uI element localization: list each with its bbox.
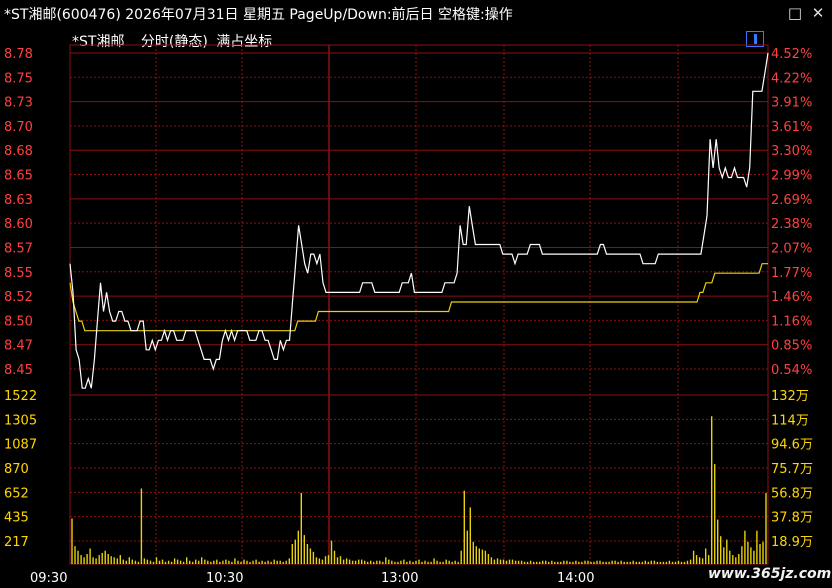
price-tick-label: 8.75 <box>4 71 33 86</box>
percent-tick-label: 4.52% <box>771 47 812 62</box>
title-bar: *ST湘邮(600476) 2026年07月31日 星期五 PageUp/Dow… <box>0 0 832 26</box>
volume-right-tick-label: 56.8万 <box>771 486 813 501</box>
price-tick-label: 8.65 <box>4 169 33 184</box>
percent-tick-label: 2.69% <box>771 193 812 208</box>
volume-tick-label: 1305 <box>4 413 37 428</box>
average-price-line <box>69 263 768 332</box>
percent-tick-label: 3.91% <box>771 96 812 111</box>
price-tick-label: 8.47 <box>4 339 33 354</box>
close-button[interactable]: ✕ <box>808 3 828 23</box>
percent-tick-label: 3.30% <box>771 144 812 159</box>
volume-tick-label: 1522 <box>4 389 37 404</box>
percent-tick-label: 1.46% <box>771 290 812 305</box>
percent-tick-label: 2.99% <box>771 169 812 184</box>
volume-right-tick-label: 37.8万 <box>771 511 813 526</box>
time-tick-label: 13:00 <box>381 571 418 586</box>
watermark: www.365jz.com <box>708 566 832 582</box>
price-tick-label: 8.63 <box>4 193 33 208</box>
volume-tick-label: 870 <box>4 462 29 477</box>
price-tick-label: 8.50 <box>4 314 33 329</box>
percent-tick-label: 2.38% <box>771 217 812 232</box>
price-tick-label: 8.68 <box>4 144 33 159</box>
percent-tick-label: 0.54% <box>771 363 812 378</box>
percent-tick-label: 3.61% <box>771 120 812 135</box>
stock-name: *ST湘邮 <box>72 34 125 50</box>
percent-tick-label: 1.77% <box>771 266 812 281</box>
price-tick-label: 8.57 <box>4 241 33 256</box>
price-tick-label: 8.60 <box>4 217 33 232</box>
chart-frame <box>69 44 769 565</box>
chart-header: *ST湘邮 分时(静态) 满占坐标 <box>72 31 272 51</box>
volume-right-tick-label: 75.7万 <box>771 462 813 477</box>
volume-tick-label: 217 <box>4 535 29 550</box>
price-line <box>69 52 769 389</box>
volume-right-tick-label: 132万 <box>771 389 809 404</box>
volume-right-tick-label: 94.6万 <box>771 438 813 453</box>
percent-tick-label: 4.22% <box>771 71 812 86</box>
volume-tick-label: 435 <box>4 511 29 526</box>
price-tick-label: 8.52 <box>4 290 33 305</box>
maximize-button[interactable]: □ <box>785 3 805 23</box>
window-title: *ST湘邮(600476) 2026年07月31日 星期五 PageUp/Dow… <box>4 7 513 23</box>
time-tick-label: 14:00 <box>557 571 594 586</box>
percent-tick-label: 2.07% <box>771 241 812 256</box>
time-tick-label: 09:30 <box>30 571 67 586</box>
chart-mode-label[interactable]: 分时(静态) <box>141 34 208 50</box>
volume-right-tick-label: 18.9万 <box>771 535 813 550</box>
percent-tick-label: 1.16% <box>771 314 812 329</box>
volume-tick-label: 652 <box>4 486 29 501</box>
panel-toggle-icon[interactable] <box>746 31 764 47</box>
intraday-chart: 8.78 4.52% 8.75 4.22% 8.73 3.91% 8.70 3.61% 8.68… <box>4 44 813 586</box>
percent-tick-label: 0.85% <box>771 339 812 354</box>
price-tick-label: 8.73 <box>4 96 33 111</box>
price-tick-label: 8.70 <box>4 120 33 135</box>
time-tick-label: 10:30 <box>206 571 243 586</box>
price-tick-label: 8.45 <box>4 363 33 378</box>
price-tick-label: 8.55 <box>4 266 33 281</box>
volume-right-tick-label: 114万 <box>771 413 809 428</box>
price-tick-label: 8.78 <box>4 47 33 62</box>
axis-mode-label[interactable]: 满占坐标 <box>216 34 272 50</box>
volume-tick-label: 1087 <box>4 438 37 453</box>
